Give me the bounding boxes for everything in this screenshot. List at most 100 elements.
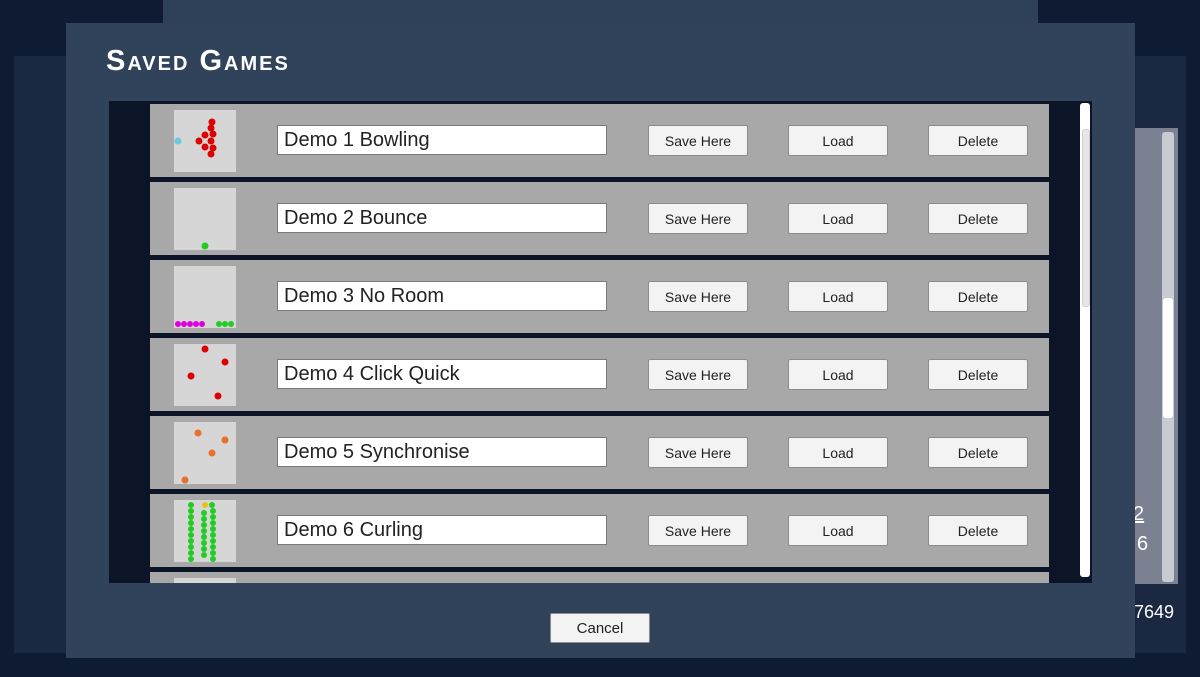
load-button[interactable]: Load xyxy=(788,515,888,546)
save-slot-row: Save Here Load Delete xyxy=(150,338,1049,411)
ball-green xyxy=(210,538,216,544)
save-here-button[interactable]: Save Here xyxy=(648,515,748,546)
save-name-field[interactable] xyxy=(277,437,607,467)
ball-green xyxy=(201,552,207,558)
save-name-field[interactable] xyxy=(277,515,607,545)
ball-magenta xyxy=(181,321,187,327)
save-slot-row: Save Here Load Delete xyxy=(150,416,1049,489)
ball-green xyxy=(201,546,207,552)
ball-green xyxy=(201,242,209,250)
delete-button[interactable]: Delete xyxy=(928,437,1028,468)
ball-green xyxy=(201,540,207,546)
save-thumbnail[interactable] xyxy=(174,578,236,583)
save-name-field[interactable] xyxy=(277,125,607,155)
saved-games-list: Save Here Load Delete Save Here Load Del… xyxy=(109,101,1092,583)
ball-red xyxy=(208,118,216,126)
save-thumbnail[interactable] xyxy=(174,266,236,328)
ball-green xyxy=(201,534,207,540)
save-thumbnail[interactable] xyxy=(174,500,236,562)
ball-green xyxy=(222,321,228,327)
delete-button[interactable]: Delete xyxy=(928,125,1028,156)
ball-red xyxy=(207,150,215,158)
ball-green xyxy=(188,556,194,562)
delete-button[interactable]: Delete xyxy=(928,203,1028,234)
ball-green xyxy=(201,510,207,516)
ball-green xyxy=(210,556,216,562)
ball-red xyxy=(187,372,195,380)
background-scrollbar-thumb xyxy=(1163,298,1173,418)
ball-green xyxy=(188,544,194,550)
ball-red xyxy=(207,124,215,132)
load-button[interactable]: Load xyxy=(788,203,888,234)
ball-cyan xyxy=(174,137,182,145)
save-slot-row-partial xyxy=(150,572,1049,583)
ball-red xyxy=(201,131,209,139)
thumbnail-scene-bounce xyxy=(201,242,209,250)
ball-red xyxy=(207,137,215,145)
delete-button[interactable]: Delete xyxy=(928,359,1028,390)
save-here-button[interactable]: Save Here xyxy=(648,281,748,312)
save-here-button[interactable]: Save Here xyxy=(648,125,748,156)
ball-orange xyxy=(194,429,202,437)
thumbnail-scene-click-quick xyxy=(187,345,229,400)
ball-green xyxy=(210,514,216,520)
load-button[interactable]: Load xyxy=(788,437,888,468)
load-button[interactable]: Load xyxy=(788,281,888,312)
ball-green xyxy=(210,532,216,538)
save-slot-row: Save Here Load Delete xyxy=(150,494,1049,567)
save-thumbnail[interactable] xyxy=(174,344,236,406)
cancel-button[interactable]: Cancel xyxy=(550,613,650,643)
ball-green xyxy=(188,532,194,538)
save-slot-row: Save Here Load Delete xyxy=(150,182,1049,255)
ball-green xyxy=(188,550,194,556)
thumbnail-scene-no-room xyxy=(175,321,234,327)
thumbnail-scene-curling xyxy=(188,502,216,562)
save-name-field[interactable] xyxy=(277,281,607,311)
ball-magenta xyxy=(175,321,181,327)
ball-red xyxy=(209,144,217,152)
ball-red xyxy=(209,130,217,138)
ball-red xyxy=(201,345,209,353)
ball-green xyxy=(201,528,207,534)
ball-green xyxy=(210,526,216,532)
ball-green xyxy=(188,502,194,508)
saved-games-list-items: Save Here Load Delete Save Here Load Del… xyxy=(150,104,1049,583)
delete-button[interactable]: Delete xyxy=(928,515,1028,546)
background-panel-left xyxy=(14,56,74,653)
background-text-fragment: 7649 xyxy=(1134,602,1175,622)
ball-red xyxy=(201,143,209,151)
delete-button[interactable]: Delete xyxy=(928,281,1028,312)
save-slot-row: Save Here Load Delete xyxy=(150,260,1049,333)
ball-green xyxy=(188,526,194,532)
ball-green xyxy=(210,520,216,526)
save-here-button[interactable]: Save Here xyxy=(648,437,748,468)
ball-orange xyxy=(181,476,189,484)
ball-green xyxy=(188,520,194,526)
ball-green xyxy=(188,508,194,514)
save-slot-row: Save Here Load Delete xyxy=(150,104,1049,177)
ball-yellow xyxy=(202,502,208,508)
ball-red xyxy=(214,392,222,400)
save-name-field[interactable] xyxy=(277,203,607,233)
ball-green xyxy=(188,514,194,520)
background-text-fragment: 6 xyxy=(1137,533,1149,555)
save-thumbnail[interactable] xyxy=(174,110,236,172)
save-thumbnail[interactable] xyxy=(174,422,236,484)
save-name-field[interactable] xyxy=(277,359,607,389)
ball-green xyxy=(228,321,234,327)
ball-orange xyxy=(208,449,216,457)
save-here-button[interactable]: Save Here xyxy=(648,359,748,390)
ball-magenta xyxy=(193,321,199,327)
save-thumbnail[interactable] xyxy=(174,188,236,250)
thumbnail-scene-bowling xyxy=(174,118,217,158)
ball-green xyxy=(209,502,215,508)
load-button[interactable]: Load xyxy=(788,359,888,390)
ball-green xyxy=(201,516,207,522)
ball-green xyxy=(201,522,207,528)
list-scrollbar-thumb[interactable] xyxy=(1082,129,1090,307)
load-button[interactable]: Load xyxy=(788,125,888,156)
ball-magenta xyxy=(199,321,205,327)
ball-orange xyxy=(221,436,229,444)
save-here-button[interactable]: Save Here xyxy=(648,203,748,234)
ball-green xyxy=(210,544,216,550)
